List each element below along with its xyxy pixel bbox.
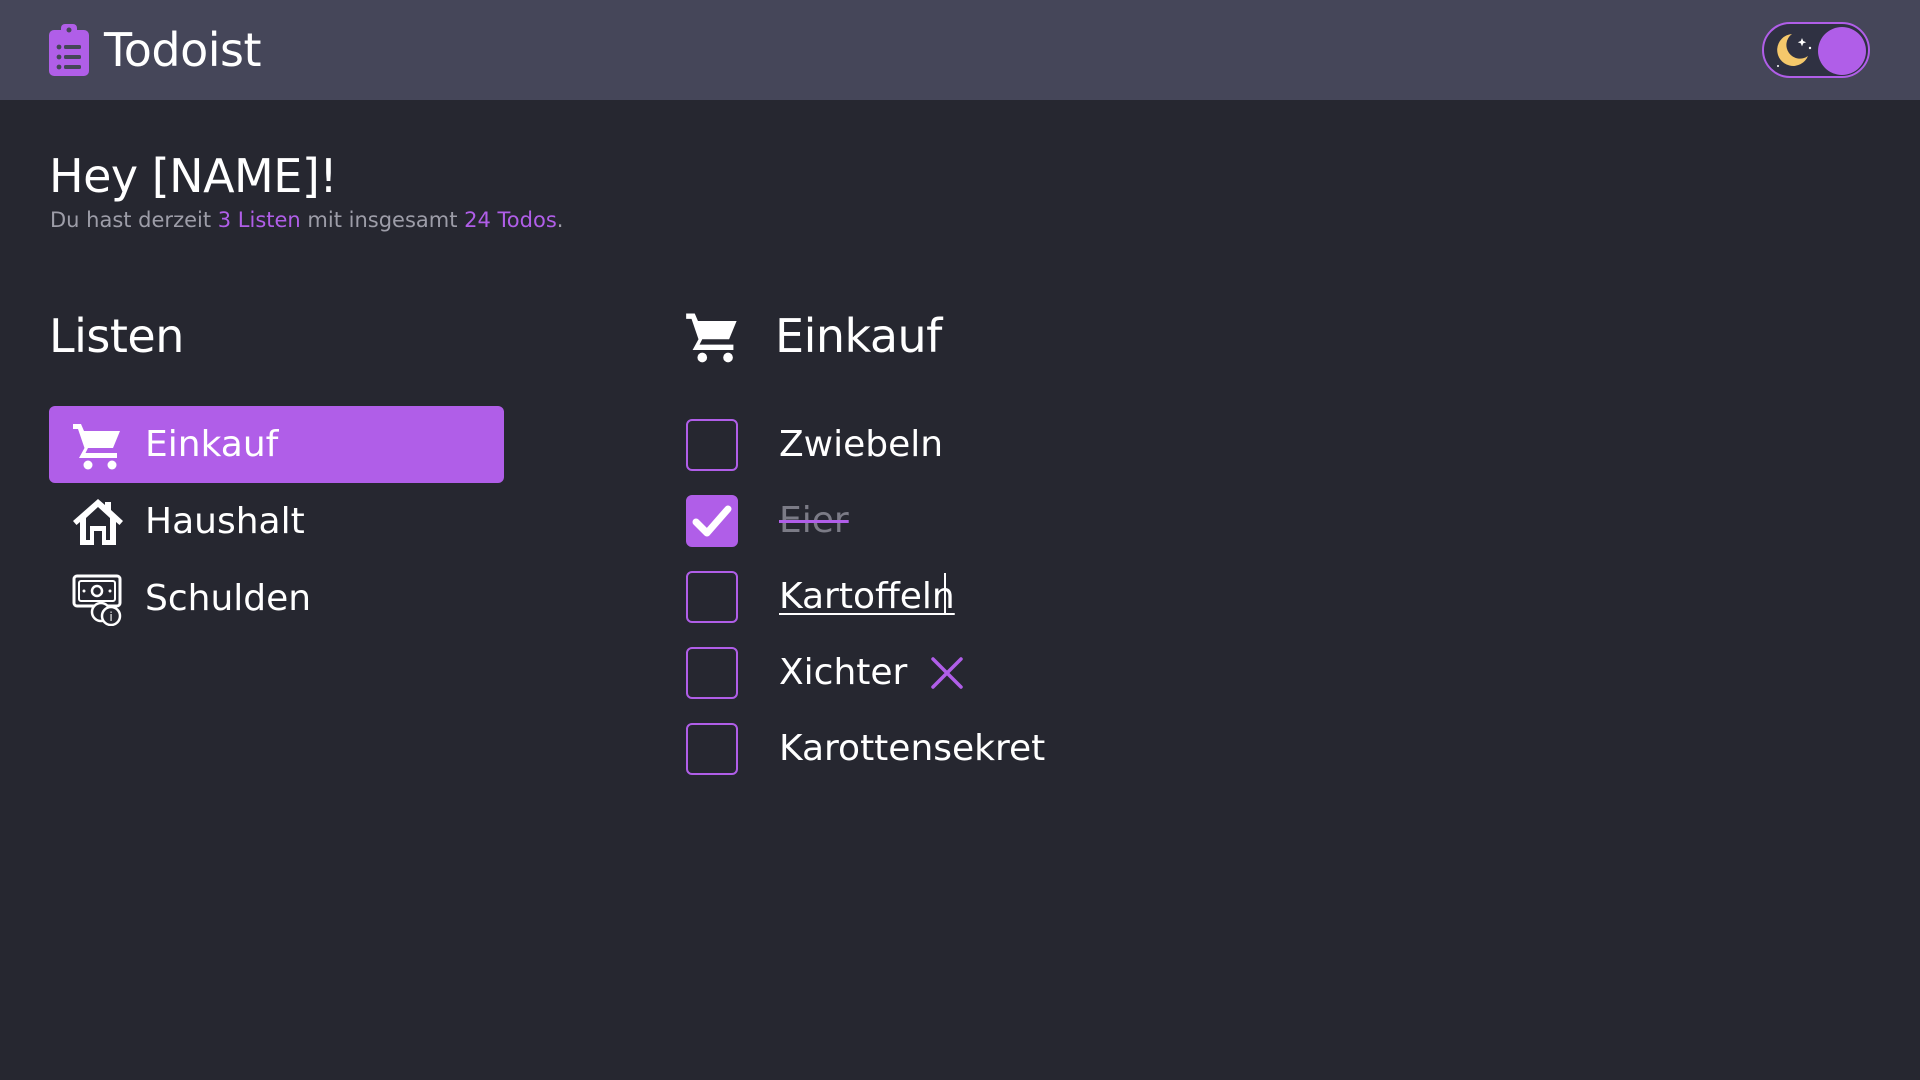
todo-checkbox[interactable]	[686, 495, 738, 547]
todo-item: Kartoffeln	[684, 567, 1384, 643]
todo-item: Karottensekret	[684, 719, 1384, 795]
list-item-label: Einkauf	[145, 424, 279, 465]
todo-checkbox[interactable]	[686, 571, 738, 623]
greeting-title: Hey [NAME]!	[49, 149, 338, 203]
list-item-label: Haushalt	[145, 501, 305, 542]
greeting-summary: Du hast derzeit 3 Listen mit insgesamt 2…	[50, 206, 563, 234]
shopping-cart-icon	[73, 424, 120, 470]
house-icon	[73, 499, 123, 545]
list-item-label: Schulden	[145, 578, 312, 619]
todo-checkbox[interactable]	[686, 419, 738, 471]
text-caret	[944, 573, 946, 613]
todo-checkbox[interactable]	[686, 723, 738, 775]
todo-item: Zwiebeln	[684, 415, 1384, 491]
todo-label[interactable]: Karottensekret	[779, 727, 1045, 771]
summary-suffix: .	[556, 208, 564, 232]
money-bill-icon: i	[72, 574, 122, 626]
list-nav: Einkauf Haushalt i Schulden	[49, 406, 504, 637]
summary-prefix: Du hast derzeit	[50, 208, 218, 232]
moon-stars-icon	[1777, 34, 1812, 67]
summary-middle: mit insgesamt	[300, 208, 465, 232]
app-title: Todoist	[104, 23, 262, 77]
todo-label[interactable]: Zwiebeln	[779, 423, 943, 467]
todo-label-edit-field[interactable]: Kartoffeln	[779, 575, 955, 619]
svg-text:i: i	[109, 610, 112, 624]
todo-item: Eier	[684, 491, 1384, 567]
toggle-knob[interactable]	[1818, 27, 1866, 75]
checkmark-icon	[692, 505, 732, 537]
app-header: Todoist	[0, 0, 1920, 100]
todo-checkbox[interactable]	[686, 647, 738, 699]
list-title: Einkauf	[775, 309, 942, 363]
todo-list: Zwiebeln Eier Kartoffeln Xichter Karotte…	[684, 415, 1384, 795]
todo-item: Xichter	[684, 643, 1384, 719]
todo-label[interactable]: Xichter	[779, 651, 907, 695]
list-item-schulden[interactable]: i Schulden	[49, 560, 504, 637]
list-item-einkauf[interactable]: Einkauf	[49, 406, 504, 483]
todo-label[interactable]: Eier	[779, 499, 849, 543]
todos-count: 24 Todos	[464, 208, 557, 232]
lists-count: 3 Listen	[217, 208, 301, 232]
theme-toggle[interactable]	[1762, 22, 1870, 78]
lists-heading: Listen	[49, 309, 184, 363]
list-item-haushalt[interactable]: Haushalt	[49, 483, 504, 560]
clipboard-list-icon	[49, 24, 89, 76]
shopping-cart-icon	[686, 313, 737, 363]
delete-icon[interactable]	[929, 655, 965, 691]
